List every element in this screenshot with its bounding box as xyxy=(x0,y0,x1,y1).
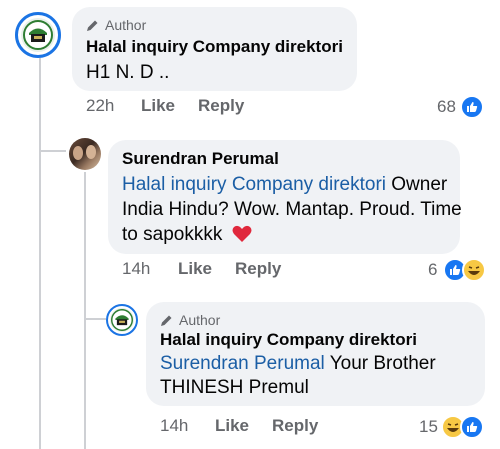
comment-bubble: Author Halal inquiry Company direktori S… xyxy=(146,302,485,406)
commenter-name[interactable]: Surendran Perumal xyxy=(122,149,279,169)
comment-text: H1 N. D .. xyxy=(86,62,170,83)
comment-text-line-1: Halal inquiry Company direktori Owner xyxy=(122,173,447,197)
comment-bubble: Author Halal inquiry Company direktori H… xyxy=(72,7,357,91)
comment-text: to sapokkkk xyxy=(122,224,223,245)
thread-line-sub xyxy=(84,172,86,449)
page-logo-icon xyxy=(21,18,55,52)
comment-bubble: Surendran Perumal Halal inquiry Company … xyxy=(108,140,462,254)
heart-emoji xyxy=(232,225,252,242)
comment-time[interactable]: 14h xyxy=(122,259,150,279)
reaction-count[interactable]: 68 xyxy=(437,97,456,117)
comment-text-line-1: Surendran Perumal Your Brother xyxy=(160,352,436,376)
author-badge-label: Author xyxy=(105,17,147,33)
reply-button[interactable]: Reply xyxy=(198,96,244,116)
author-badge: Author xyxy=(160,312,220,328)
reaction-count[interactable]: 6 xyxy=(428,260,437,280)
like-reaction-icon[interactable] xyxy=(460,415,484,439)
pencil-icon xyxy=(161,315,172,326)
page-avatar[interactable] xyxy=(106,304,138,336)
reply-button[interactable]: Reply xyxy=(235,259,281,279)
author-badge: Author xyxy=(86,17,146,33)
thread-line-main xyxy=(39,58,41,449)
comment-time[interactable]: 22h xyxy=(86,96,114,116)
like-reaction-icon[interactable] xyxy=(460,95,484,119)
thread-line-branch-2 xyxy=(84,318,106,320)
haha-reaction-icon[interactable] xyxy=(462,258,486,282)
commenter-name[interactable]: Halal inquiry Company direktori xyxy=(160,330,417,350)
like-button[interactable]: Like xyxy=(215,416,249,436)
like-button[interactable]: Like xyxy=(141,96,175,116)
mention-link[interactable]: Surendran Perumal xyxy=(160,353,325,374)
comment-text: Your Brother xyxy=(329,353,436,374)
comment-text-line-3: to sapokkkk xyxy=(122,223,252,247)
user-avatar[interactable] xyxy=(69,138,101,170)
comment-text: Owner xyxy=(391,174,448,195)
page-logo-icon xyxy=(110,308,134,332)
pencil-icon xyxy=(87,20,98,31)
comment-text-line-2: THINESH Premul xyxy=(160,377,309,398)
author-badge-label: Author xyxy=(179,312,221,328)
commenter-name[interactable]: Halal inquiry Company direktori xyxy=(86,37,343,57)
mention-link[interactable]: Halal inquiry Company direktori xyxy=(122,174,386,195)
reaction-count[interactable]: 15 xyxy=(419,417,438,437)
comment-time[interactable]: 14h xyxy=(160,416,188,436)
page-avatar[interactable] xyxy=(15,12,61,58)
like-button[interactable]: Like xyxy=(178,259,212,279)
comment-text-line-2: India Hindu? Wow. Mantap. Proud. Time xyxy=(122,199,462,220)
reply-button[interactable]: Reply xyxy=(272,416,318,436)
thread-line-branch-1 xyxy=(39,150,66,152)
